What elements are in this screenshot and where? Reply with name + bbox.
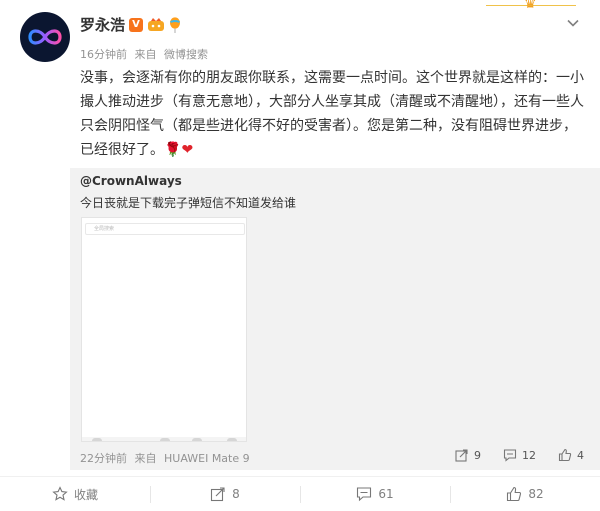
- forward-icon: [211, 487, 225, 502]
- member-icon[interactable]: [147, 17, 165, 32]
- thumb-nav-dot: [160, 438, 170, 441]
- repost-comment-button[interactable]: 12: [503, 448, 536, 462]
- top-decoration: ♛: [486, 0, 576, 12]
- favorite-button[interactable]: 收藏: [0, 477, 150, 511]
- post-text: 没事，会逐渐有你的朋友跟你联系，这需要一点时间。这个世界就是这样的：一小撮人推动…: [80, 70, 584, 158]
- post-from-label: 来自: [134, 48, 157, 61]
- post-source[interactable]: 微博搜索: [164, 48, 208, 61]
- forward-count: 8: [232, 487, 240, 501]
- balloon-icon[interactable]: [169, 16, 181, 33]
- thumb-nav-dot: [227, 438, 237, 441]
- verified-icon: V: [129, 17, 144, 32]
- repost-actions: 9 12 4: [455, 448, 584, 462]
- crown-icon: ♛: [524, 0, 537, 12]
- author-name[interactable]: 罗永浩: [80, 14, 125, 35]
- avatar-infinity-icon: [28, 29, 62, 45]
- post-time[interactable]: 16分钟前: [80, 48, 127, 61]
- repost-source: HUAWEI Mate 9: [164, 452, 250, 465]
- post-content: 没事，会逐渐有你的朋友跟你联系，这需要一点时间。这个世界就是这样的：一小撮人推动…: [80, 66, 590, 162]
- repost-time[interactable]: 22分钟前: [80, 452, 127, 465]
- star-icon: [52, 486, 68, 501]
- repost-forward-button[interactable]: 9: [455, 448, 481, 462]
- thumb-nav-dot: [192, 438, 202, 441]
- heart-emoji: ❤: [181, 142, 194, 158]
- comment-count: 61: [378, 487, 394, 501]
- repost-like-count: 4: [577, 448, 584, 462]
- repost-from-label: 来自: [134, 452, 157, 465]
- repost-like-button[interactable]: 4: [558, 448, 584, 462]
- repost-comment-count: 12: [522, 448, 536, 462]
- rose-emoji: 🌹: [164, 142, 182, 158]
- thumb-nav-dot: [92, 438, 102, 441]
- comment-button[interactable]: 61: [300, 477, 450, 511]
- chevron-down-icon[interactable]: [566, 16, 580, 30]
- comment-icon: [503, 449, 517, 462]
- weibo-post-card: ♛ 罗永浩 V 16分钟前 来自 微博搜索 没事，会逐渐有你的朋友跟你联系，这需…: [0, 0, 600, 511]
- comment-icon: [357, 487, 372, 502]
- repost-image-thumbnail[interactable]: 全局搜索: [81, 217, 247, 442]
- author-row: 罗永浩 V: [80, 14, 181, 35]
- repost-forward-count: 9: [474, 448, 481, 462]
- like-icon: [558, 448, 572, 462]
- forward-button[interactable]: 8: [150, 477, 300, 511]
- like-count: 82: [528, 487, 544, 501]
- like-button[interactable]: 82: [450, 477, 600, 511]
- repost-meta: 22分钟前 来自 HUAWEI Mate 9: [80, 450, 254, 466]
- reposted-content: @CrownAlways 今日丧就是下载完子弹短信不知道发给谁 全局搜索 22分…: [70, 168, 600, 470]
- like-icon: [507, 486, 522, 502]
- avatar[interactable]: [20, 12, 70, 62]
- repost-text: 今日丧就是下载完子弹短信不知道发给谁: [80, 196, 297, 210]
- favorite-label: 收藏: [73, 487, 98, 502]
- thumb-search-bar: 全局搜索: [85, 223, 245, 235]
- post-meta: 16分钟前 来自 微博搜索: [80, 46, 212, 62]
- repost-username[interactable]: @CrownAlways: [80, 174, 182, 188]
- post-action-bar: 收藏 8 61 82: [0, 476, 600, 511]
- forward-icon: [455, 449, 468, 462]
